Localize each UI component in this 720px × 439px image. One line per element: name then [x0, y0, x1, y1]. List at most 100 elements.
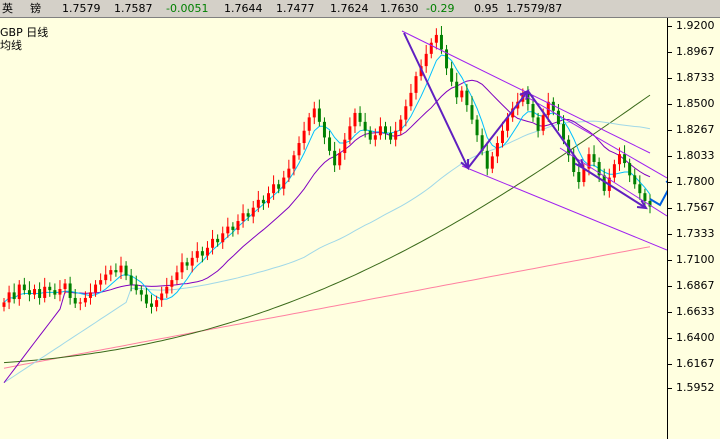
- candle-body: [277, 184, 281, 189]
- y-tick-label: 1.7800: [676, 175, 715, 189]
- y-tick-label: 1.6167: [676, 357, 715, 371]
- candle-body: [68, 283, 72, 298]
- y-tick-label: 1.8967: [676, 44, 715, 58]
- candle-body: [160, 293, 164, 301]
- candle-body: [175, 272, 179, 281]
- candle-body: [33, 289, 37, 295]
- y-tick-label: 1.7567: [676, 201, 715, 214]
- symbol-char-1: 英: [2, 2, 13, 15]
- candle-body: [643, 193, 647, 201]
- candle-body: [73, 297, 77, 304]
- zigzag-segment: [403, 32, 469, 169]
- candle-body: [211, 238, 215, 248]
- candle-body: [180, 262, 184, 273]
- candle-body: [328, 137, 332, 151]
- candle-body: [78, 302, 82, 304]
- candle-body: [2, 302, 6, 307]
- ma-series-longest: [3, 246, 651, 369]
- candle-body: [200, 251, 204, 256]
- y-tick-label: 1.9200: [676, 19, 715, 32]
- candle-body: [195, 251, 199, 258]
- projection-arrow: [649, 189, 667, 207]
- candle-body: [236, 221, 240, 230]
- candle-body: [562, 124, 566, 140]
- quote-bar: 英 镑 1.7579 1.7587 -0.0051 1.7644 1.7477 …: [0, 0, 720, 18]
- candle-body: [297, 143, 301, 156]
- candle-body: [150, 303, 154, 307]
- candle-body: [185, 262, 189, 266]
- candle-body: [358, 112, 362, 122]
- y-tick-mark: [668, 234, 672, 236]
- y-tick-mark: [668, 312, 672, 314]
- candle-body: [592, 154, 596, 162]
- y-tick-label: 1.7333: [676, 227, 715, 241]
- low-price: 1.7477: [276, 2, 315, 15]
- price-axis: 1.9200 1.8967 1.8733 1.8500 1.8267 1.8033 1.78…: [667, 18, 720, 439]
- candle-body: [373, 135, 377, 140]
- candle-body: [439, 34, 443, 50]
- candle-body: [378, 126, 382, 136]
- candle-body: [246, 213, 250, 217]
- y-tick-label: 1.7100: [676, 253, 715, 267]
- candle-body: [495, 143, 499, 157]
- y-tick-label: 1.6400: [676, 331, 715, 345]
- candle-body: [7, 292, 11, 303]
- candle-body: [414, 76, 418, 93]
- candle-body: [48, 286, 52, 291]
- candle-body: [312, 108, 316, 118]
- candle-body: [43, 286, 47, 298]
- candle-body: [612, 164, 616, 178]
- candle-body: [27, 290, 31, 295]
- candle-body: [165, 286, 169, 294]
- candle-body: [638, 184, 642, 194]
- y-tick-mark: [668, 260, 672, 262]
- candle-body: [99, 280, 103, 285]
- y-tick-label: 1.5952: [676, 381, 715, 394]
- candle-body: [317, 108, 321, 122]
- y-tick-mark: [668, 156, 672, 158]
- candle-body: [633, 175, 637, 185]
- candle-body: [221, 233, 225, 243]
- candle-body: [322, 121, 326, 138]
- candle-body: [531, 104, 535, 118]
- candle-body: [292, 155, 296, 169]
- candle-body: [241, 213, 245, 222]
- y-tick-label: 1.8033: [676, 149, 715, 163]
- candle-body: [465, 90, 469, 106]
- y-tick-mark: [668, 182, 672, 184]
- y-tick-mark: [668, 286, 672, 288]
- candle-body: [582, 168, 586, 183]
- change-value: -0.0051: [166, 2, 209, 15]
- candle-body: [124, 265, 128, 276]
- candle-body: [450, 68, 454, 82]
- candlestick-chart[interactable]: [0, 18, 667, 439]
- candle-body: [282, 177, 286, 189]
- candle-body: [353, 112, 357, 127]
- candle-body: [490, 156, 494, 169]
- candle-body: [109, 270, 113, 275]
- candle-body: [114, 270, 118, 273]
- candle-body: [394, 130, 398, 140]
- candle-body: [623, 154, 627, 164]
- candle-body: [348, 126, 352, 140]
- y-tick-label: 1.6633: [676, 305, 715, 319]
- y-tick-mark: [668, 338, 672, 340]
- candle-body: [409, 92, 413, 107]
- candle-body: [119, 265, 123, 273]
- candle-body: [17, 284, 21, 300]
- candle-body: [475, 119, 479, 136]
- candle-body: [267, 193, 271, 204]
- y-tick-label: 1.8500: [676, 97, 715, 111]
- symbol-char-2: 镑: [30, 2, 41, 15]
- quote-bid-ask: 1.7579/87: [506, 2, 563, 15]
- zigzag-segment: [527, 90, 584, 169]
- candle-body: [434, 34, 438, 43]
- candle-body: [577, 172, 581, 183]
- y-tick-mark: [668, 129, 672, 131]
- y-tick-mark: [668, 104, 672, 106]
- candle-body: [383, 126, 387, 133]
- candle-body: [22, 284, 26, 291]
- y-tick-mark: [668, 78, 672, 80]
- candle-body: [190, 257, 194, 266]
- candle-body: [251, 207, 255, 217]
